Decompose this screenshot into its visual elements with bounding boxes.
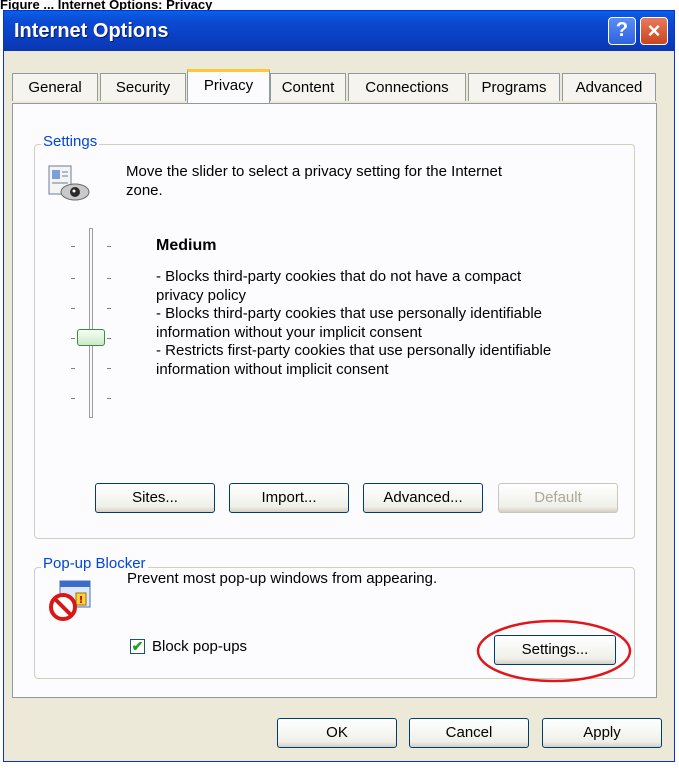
privacy-intro-line1: Move the slider to select a privacy sett…	[126, 163, 503, 180]
title-bar[interactable]: Internet Options ? ×	[4, 11, 674, 51]
privacy-description-line: information without implicit consent	[156, 361, 389, 378]
slider-tick	[107, 368, 111, 369]
slider-track	[89, 228, 93, 418]
ok-button[interactable]: OK	[277, 718, 397, 748]
close-icon: ×	[647, 18, 661, 43]
slider-tick	[71, 246, 75, 247]
close-button[interactable]: ×	[640, 17, 668, 45]
slider-tick	[71, 308, 75, 309]
tab-general[interactable]: General	[12, 73, 98, 101]
svg-text:!: !	[79, 595, 84, 606]
slider-tick	[71, 398, 75, 399]
block-popups-checkbox[interactable]: ✔	[130, 639, 145, 654]
sites-button[interactable]: Sites...	[95, 483, 215, 513]
help-icon: ?	[615, 19, 629, 41]
slider-tick	[107, 308, 111, 309]
apply-button[interactable]: Apply	[542, 718, 662, 748]
tab-content[interactable]: Content	[270, 73, 346, 101]
privacy-icon	[48, 165, 90, 201]
privacy-level-title: Medium	[156, 237, 217, 254]
window-title: Internet Options	[14, 20, 169, 42]
privacy-description-line: - Blocks third-party cookies that do not…	[156, 268, 522, 285]
tab-programs[interactable]: Programs	[468, 73, 560, 101]
settings-group-label: Settings	[41, 133, 100, 150]
tab-connections[interactable]: Connections	[348, 73, 466, 101]
slider-thumb[interactable]	[77, 329, 105, 346]
tab-privacy[interactable]: Privacy	[187, 69, 270, 103]
slider-tick	[71, 338, 75, 339]
privacy-intro-line2: zone.	[126, 182, 163, 199]
slider-tick	[107, 246, 111, 247]
advanced-button[interactable]: Advanced...	[363, 483, 483, 513]
internet-options-dialog: Internet Options ? × General Security Pr…	[3, 10, 675, 762]
tab-advanced[interactable]: Advanced	[562, 73, 656, 101]
import-button[interactable]: Import...	[229, 483, 349, 513]
privacy-description-line: privacy policy	[156, 287, 247, 304]
privacy-description-line: information without your implicit consen…	[156, 324, 422, 341]
slider-tick	[107, 278, 111, 279]
slider-tick	[71, 278, 75, 279]
privacy-description-line: - Blocks third-party cookies that use pe…	[156, 305, 543, 322]
slider-tick	[107, 398, 111, 399]
privacy-tab-panel: Settings Move the slider to select a pri…	[12, 103, 657, 698]
privacy-slider[interactable]	[66, 228, 116, 440]
cancel-button[interactable]: Cancel	[409, 718, 529, 748]
popup-blocker-description: Prevent most pop-up windows from appeari…	[127, 570, 438, 587]
block-popups-label[interactable]: Block pop-ups	[152, 637, 247, 656]
slider-tick	[107, 338, 111, 339]
tab-security[interactable]: Security	[100, 73, 186, 101]
highlight-circle-annotation	[476, 619, 632, 683]
help-button[interactable]: ?	[608, 17, 636, 45]
slider-tick	[71, 368, 75, 369]
popup-blocker-icon: !	[49, 580, 91, 621]
default-button[interactable]: Default	[498, 483, 618, 513]
privacy-description-line: - Restricts first-party cookies that use…	[156, 342, 552, 359]
